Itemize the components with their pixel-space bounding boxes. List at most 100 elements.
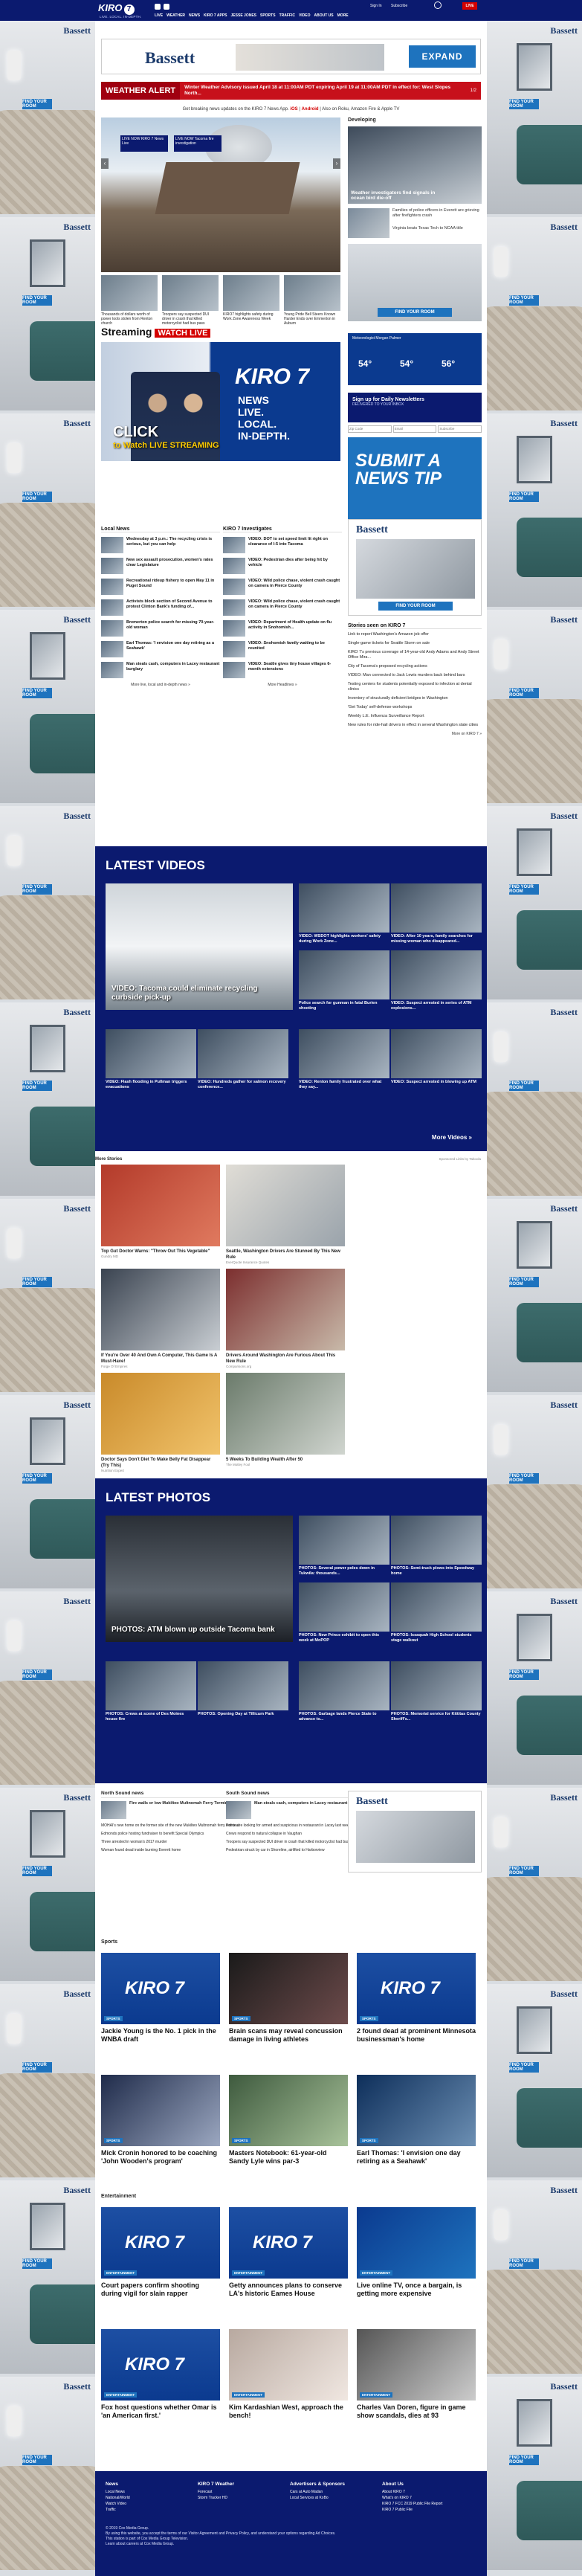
story-link[interactable]: 'Get Today' self-defense workshops xyxy=(348,705,482,710)
media-thumbnail[interactable] xyxy=(299,1661,389,1710)
ad-expand-button[interactable]: EXPAND xyxy=(409,45,476,68)
hero-next-arrow[interactable]: › xyxy=(333,158,340,169)
story-thumbnail[interactable] xyxy=(101,599,123,616)
story-headline[interactable]: Wednesday at 3 p.m.: The recycling crisi… xyxy=(126,537,220,553)
media-thumbnail[interactable] xyxy=(299,1516,389,1565)
nav-item[interactable]: TRAFFIC xyxy=(279,13,295,18)
footer-link[interactable]: Local News xyxy=(106,2489,187,2495)
list-item[interactable]: VIDEO: Wild police chase, violent crash … xyxy=(223,599,342,616)
story-thumbnail[interactable] xyxy=(101,662,123,678)
nav-item[interactable]: SPORTS xyxy=(260,13,276,18)
story-thumbnail[interactable] xyxy=(223,641,245,657)
find-room-button[interactable]: FIND YOUR ROOM xyxy=(378,308,452,317)
bassett-sidebar-ad[interactable]: Bassett FIND YOUR ROOM xyxy=(348,519,482,616)
footer-link[interactable]: Cars at Auto Madan xyxy=(290,2489,372,2495)
media-caption[interactable]: PHOTOS: New Prince exhibit to open this … xyxy=(299,1633,389,1643)
media-thumbnail[interactable] xyxy=(299,950,389,999)
skin-room-image[interactable]: Bassett FIND YOUR ROOM xyxy=(487,1591,582,1785)
more-local-news-link[interactable]: More live, local and in-depth news » xyxy=(101,683,220,687)
list-item[interactable]: Activists block section of Second Avenue… xyxy=(101,599,220,616)
media-caption[interactable]: VIDEO: Suspect arrested in blowing up AT… xyxy=(391,1080,482,1085)
find-room-button[interactable]: FIND YOUR ROOM xyxy=(22,1277,52,1287)
media-caption[interactable]: VIDEO: Hundreds gather for salmon recove… xyxy=(198,1080,288,1090)
footer-link[interactable]: National/World xyxy=(106,2495,187,2501)
right-skin-ad[interactable]: Bassett FIND YOUR ROOM Bassett FIND YOUR RO… xyxy=(487,21,582,2576)
list-item[interactable]: Man steals cash, computers in Lacey rest… xyxy=(101,662,220,678)
find-room-button[interactable]: FIND YOUR ROOM xyxy=(509,295,539,306)
android-link[interactable]: Android xyxy=(302,107,319,112)
skin-room-image[interactable]: Bassett FIND YOUR ROOM xyxy=(0,806,95,999)
click-to-watch[interactable]: CLICK to Watch LIVE STREAMING xyxy=(113,424,219,450)
news-card-title[interactable]: Kim Kardashian West, approach the bench! xyxy=(229,2403,348,2420)
find-room-button[interactable]: FIND YOUR ROOM xyxy=(22,2455,52,2465)
skin-room-image[interactable]: Bassett FIND YOUR ROOM xyxy=(0,413,95,607)
skin-room-image[interactable]: Bassett FIND YOUR ROOM xyxy=(487,806,582,999)
more-on-kiro7-link[interactable]: More on KIRO 7 » xyxy=(348,732,482,736)
find-room-button[interactable]: FIND YOUR ROOM xyxy=(509,884,539,895)
skin-room-image[interactable]: Bassett FIND YOUR ROOM xyxy=(0,2377,95,2570)
media-thumbnail[interactable] xyxy=(106,1661,196,1710)
list-item[interactable]: VIDEO: Wild police chase, violent crash … xyxy=(223,579,342,595)
sponsored-title[interactable]: Doctor Says Don't Diet To Make Belly Fat… xyxy=(101,1457,220,1469)
news-card[interactable]: SPORTS Jackie Young is the No. 1 pick in … xyxy=(101,1953,220,2044)
sponsored-image[interactable] xyxy=(101,1373,220,1455)
skin-room-image[interactable]: Bassett FIND YOUR ROOM xyxy=(0,1788,95,1981)
news-card-title[interactable]: Getty announces plans to conserve LA's h… xyxy=(229,2282,348,2298)
sponsored-card[interactable]: Top Gut Doctor Warns: "Throw Out This Ve… xyxy=(101,1165,220,1258)
news-card-title[interactable]: Charles Van Doren, figure in game show s… xyxy=(357,2403,476,2420)
story-thumbnail[interactable] xyxy=(223,620,245,637)
find-room-button[interactable]: FIND YOUR ROOM xyxy=(22,688,52,698)
find-room-button[interactable]: FIND YOUR ROOM xyxy=(509,492,539,502)
nav-item[interactable]: VIDEO xyxy=(299,13,311,18)
find-room-button[interactable]: FIND YOUR ROOM xyxy=(509,1473,539,1484)
news-card[interactable]: SPORTS Brain scans may reveal concussion … xyxy=(229,1953,348,2044)
media-tile[interactable]: VIDEO: Suspect arrested in series of ATM… xyxy=(391,950,482,1016)
sponsored-image[interactable] xyxy=(101,1269,220,1350)
sponsored-title[interactable]: Seattle, Washington Drivers Are Stunned … xyxy=(226,1249,345,1260)
media-tile[interactable]: VIDEO: Hundreds gather for salmon recove… xyxy=(198,1029,288,1095)
story-thumbnail[interactable] xyxy=(223,275,279,311)
sponsored-title[interactable]: If You're Over 40 And Own A Computer, Th… xyxy=(101,1353,220,1365)
news-card-image[interactable]: ENTERTAINMENT xyxy=(357,2207,476,2279)
weather-alert-bar[interactable]: WEATHER ALERT Winter Weather Advisory is… xyxy=(101,82,481,100)
find-room-button[interactable]: FIND YOUR ROOM xyxy=(22,884,52,895)
media-caption[interactable]: PHOTOS: Several power poles down in Tukw… xyxy=(299,1566,389,1577)
media-thumbnail[interactable] xyxy=(391,1516,482,1565)
featured-video[interactable]: VIDEO: Tacoma could eliminate recycling … xyxy=(106,883,293,1010)
news-card-title[interactable]: Masters Notebook: 61-year-old Sandy Lyle… xyxy=(229,2149,348,2166)
news-card-image[interactable]: SPORTS xyxy=(229,2075,348,2146)
list-item[interactable]: VIDEO: Snohomish family waiting to be re… xyxy=(223,641,342,657)
find-room-button[interactable]: FIND YOUR ROOM xyxy=(22,2062,52,2073)
sponsored-card[interactable]: Drivers Around Washington Are Furious Ab… xyxy=(226,1269,345,1368)
footer-link[interactable]: Traffic xyxy=(106,2507,187,2513)
nav-item[interactable]: NEWS xyxy=(189,13,200,18)
skin-room-image[interactable]: Bassett FIND YOUR ROOM xyxy=(487,1395,582,1588)
story-thumbnail[interactable] xyxy=(101,620,123,637)
story-headline[interactable]: VIDEO: Wild police chase, violent crash … xyxy=(248,579,342,595)
media-tile[interactable]: VIDEO: After 10 years, family searches f… xyxy=(391,883,482,949)
media-thumbnail[interactable] xyxy=(391,950,482,999)
story-link[interactable]: Link to report Washington's Amazon job o… xyxy=(348,632,482,637)
developing-story[interactable]: Families of police officers in Everett a… xyxy=(392,208,480,219)
sponsored-image[interactable] xyxy=(101,1165,220,1246)
story-thumbnail[interactable] xyxy=(101,579,123,595)
find-room-button[interactable]: FIND YOUR ROOM xyxy=(509,1081,539,1091)
subscribe-button[interactable]: Subscribe xyxy=(438,425,482,433)
nav-item[interactable]: MORE xyxy=(337,13,349,18)
news-card[interactable]: ENTERTAINMENT Live online TV, once a barg… xyxy=(357,2207,476,2298)
footer-link[interactable]: KIRO 7 FCC 2019 Public File Report xyxy=(382,2501,464,2507)
live-stream-banner[interactable]: KIRO 7 NEWS LIVE. LOCAL. IN-DEPTH. CLICK to … xyxy=(101,342,340,461)
find-room-button[interactable]: FIND YOUR ROOM xyxy=(378,602,453,611)
footer-link[interactable]: Storm Tracker HD xyxy=(198,2495,279,2501)
story-headline[interactable]: VIDEO: Pedestrian dies after being hit b… xyxy=(248,558,342,574)
story-caption[interactable]: Troopers say suspected DUI driver in cra… xyxy=(162,312,219,326)
list-item[interactable]: Bremerton police search for missing 70-y… xyxy=(101,620,220,637)
media-tile[interactable]: PHOTOS: Opening Day at Tillicum Park xyxy=(198,1661,288,1727)
news-card-image[interactable]: ENTERTAINMENT xyxy=(357,2329,476,2400)
media-thumbnail[interactable] xyxy=(299,883,389,933)
developing-story[interactable]: Virginia beats Texas Tech to NCAA title xyxy=(392,226,480,231)
story-headline[interactable]: New sex assault prosecution, women's rat… xyxy=(126,558,220,574)
news-card[interactable]: SPORTS Mick Cronin honored to be coaching… xyxy=(101,2075,220,2166)
weather-widget[interactable]: Meteorologist Morgan Palmer 54° 54° 56° xyxy=(348,333,482,385)
story-headline[interactable]: VIDEO: DOT to set speed limit lit right … xyxy=(248,537,342,553)
